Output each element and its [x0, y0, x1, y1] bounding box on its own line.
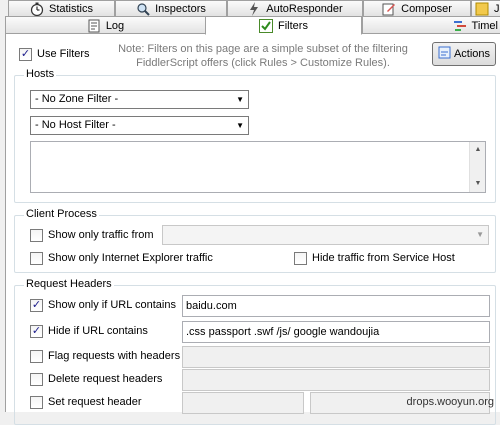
tab-log[interactable]: Log	[5, 16, 206, 34]
show-only-traffic-from-checkbox[interactable]	[30, 229, 43, 242]
hosts-list-textarea[interactable]	[30, 141, 486, 193]
show-only-url-input[interactable]: baidu.com	[182, 295, 490, 317]
hide-url-label: Hide if URL contains	[48, 325, 148, 337]
actions-button-label: Actions	[453, 48, 491, 60]
tab-script-label: J	[494, 2, 500, 15]
hide-url-checkbox[interactable]: ✓	[30, 325, 43, 338]
show-only-url-label: Show only if URL contains	[48, 299, 176, 311]
lightning-icon	[247, 1, 261, 16]
tab-composer[interactable]: Composer	[363, 0, 471, 16]
script-icon	[475, 2, 489, 16]
timeline-icon	[453, 19, 467, 33]
tab-autoresponder[interactable]: AutoResponder	[227, 0, 363, 16]
tab-timeline[interactable]: Timel	[362, 16, 500, 34]
actions-button[interactable]: Actions	[432, 42, 496, 66]
tab-inspectors-label: Inspectors	[155, 2, 206, 15]
tab-statistics[interactable]: Statistics	[8, 0, 115, 16]
tab-autoresponder-label: AutoResponder	[266, 2, 343, 15]
watermark: drops.wooyun.org	[406, 396, 494, 408]
hosts-group-title: Hosts	[24, 68, 57, 80]
set-header-name-input[interactable]	[182, 392, 304, 414]
inspectors-icon	[136, 2, 150, 16]
actions-icon	[438, 46, 451, 62]
show-only-ie-checkbox[interactable]	[30, 252, 43, 265]
set-header-label: Set request header	[48, 396, 142, 408]
hide-service-host-checkbox[interactable]	[294, 252, 307, 265]
tab-script[interactable]: J	[471, 0, 500, 16]
stopwatch-icon	[30, 2, 44, 16]
scroll-up-icon[interactable]: ▲	[470, 144, 486, 156]
delete-headers-input[interactable]	[182, 369, 490, 391]
tab-filters[interactable]: Filters	[205, 16, 362, 35]
host-filter-select[interactable]: - No Host Filter - ▼	[30, 116, 249, 135]
scroll-down-icon[interactable]: ▼	[470, 178, 486, 190]
tab-statistics-label: Statistics	[48, 2, 93, 15]
flag-headers-label: Flag requests with headers	[48, 350, 181, 362]
chevron-down-icon: ▼	[476, 230, 484, 239]
hide-service-host-label: Hide traffic from Service Host	[312, 252, 455, 264]
delete-headers-checkbox[interactable]	[30, 373, 43, 386]
tab-inspectors[interactable]: Inspectors	[115, 0, 227, 16]
show-only-url-checkbox[interactable]: ✓	[30, 299, 43, 312]
show-only-ie-label: Show only Internet Explorer traffic	[48, 252, 213, 264]
flag-headers-input[interactable]	[182, 346, 490, 368]
process-select[interactable]: ▼	[162, 225, 489, 245]
set-header-checkbox[interactable]	[30, 396, 43, 409]
tab-row-top: Statistics Inspectors AutoResponder Comp…	[0, 0, 500, 16]
filters-note-line2: FiddlerScript offers (click Rules > Cust…	[136, 57, 390, 69]
use-filters-label: Use Filters	[37, 48, 90, 60]
zone-filter-value: - No Zone Filter -	[35, 93, 119, 105]
composer-icon	[382, 2, 396, 16]
delete-headers-label: Delete request headers	[48, 373, 163, 385]
use-filters-checkbox[interactable]: ✓	[19, 48, 32, 61]
hosts-list-scrollbar[interactable]: ▲ ▼	[469, 142, 485, 192]
filters-note: Note: Filters on this page are a simple …	[108, 42, 418, 70]
host-filter-value: - No Host Filter -	[35, 119, 116, 131]
hide-url-input[interactable]: .css passport .swf /js/ google wandoujia	[182, 321, 490, 343]
filter-check-icon	[259, 18, 274, 33]
flag-headers-checkbox[interactable]	[30, 350, 43, 363]
filters-note-line1: Note: Filters on this page are a simple …	[118, 43, 408, 55]
client-process-group-title: Client Process	[24, 208, 99, 220]
tab-composer-label: Composer	[401, 2, 452, 15]
tab-timeline-label: Timel	[471, 19, 498, 32]
log-icon	[87, 19, 101, 33]
tab-log-label: Log	[105, 19, 125, 32]
zone-filter-select[interactable]: - No Zone Filter - ▼	[30, 90, 249, 109]
tab-filters-label: Filters	[278, 19, 308, 32]
chevron-down-icon: ▼	[236, 121, 244, 130]
request-headers-group-title: Request Headers	[24, 278, 114, 290]
show-only-traffic-from-label: Show only traffic from	[48, 229, 154, 241]
tab-row-bottom: Log Filters Timel	[0, 16, 500, 35]
chevron-down-icon: ▼	[236, 95, 244, 104]
